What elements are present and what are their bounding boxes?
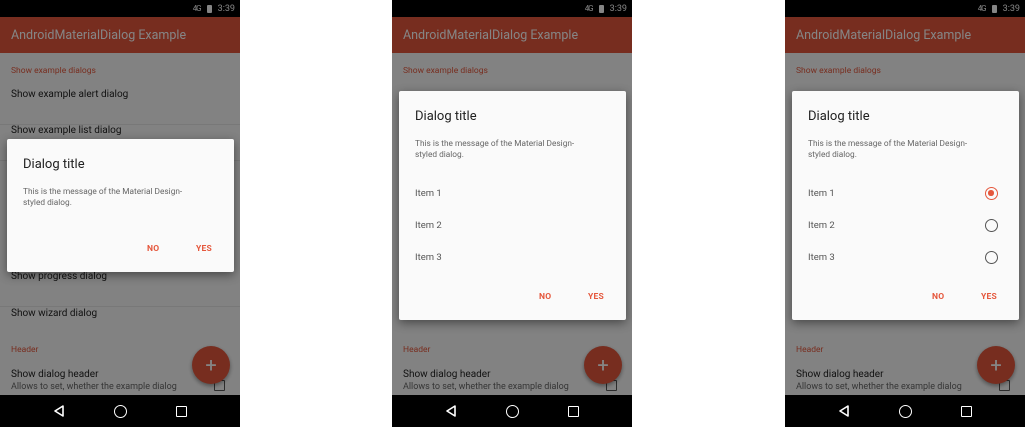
dialog-list-item-1[interactable]: Item 1 xyxy=(415,188,442,199)
phone-list-dialog: 4G 3:39 AndroidMaterialDialog Example Sh… xyxy=(392,0,632,427)
no-button[interactable]: NO xyxy=(147,244,159,254)
radio-unselected-icon[interactable] xyxy=(985,251,998,264)
dialog-choice-item-1[interactable]: Item 1 xyxy=(808,188,835,199)
alert-dialog: Dialog title This is the message of the … xyxy=(7,139,234,272)
nav-bar xyxy=(0,395,240,427)
no-button[interactable]: NO xyxy=(539,292,551,302)
yes-button[interactable]: YES xyxy=(588,292,604,302)
recents-icon[interactable] xyxy=(961,405,973,417)
list-dialog: Dialog title This is the message of the … xyxy=(399,91,626,320)
dialog-choice-item-2[interactable]: Item 2 xyxy=(808,220,835,231)
dialog-title: Dialog title xyxy=(808,109,870,124)
back-icon[interactable] xyxy=(53,405,65,417)
dialog-title: Dialog title xyxy=(415,109,477,124)
back-icon[interactable] xyxy=(838,405,850,417)
home-icon[interactable] xyxy=(505,404,519,418)
recents-icon[interactable] xyxy=(176,405,188,417)
dialog-message: This is the message of the Material Desi… xyxy=(23,187,183,208)
dialog-message: This is the message of the Material Desi… xyxy=(808,139,968,160)
recents-icon[interactable] xyxy=(568,405,580,417)
yes-button[interactable]: YES xyxy=(196,244,212,254)
nav-bar xyxy=(392,395,632,427)
yes-button[interactable]: YES xyxy=(981,292,997,302)
phone-single-choice-dialog: 4G 3:39 AndroidMaterialDialog Example Sh… xyxy=(785,0,1025,427)
back-icon[interactable] xyxy=(445,405,457,417)
home-icon[interactable] xyxy=(898,404,912,418)
dialog-choice-item-3[interactable]: Item 3 xyxy=(808,252,835,263)
phone-alert-dialog: 4G 3:39 AndroidMaterialDialog Example Sh… xyxy=(0,0,240,427)
home-icon[interactable] xyxy=(113,404,127,418)
dialog-list-item-2[interactable]: Item 2 xyxy=(415,220,442,231)
dialog-list-item-3[interactable]: Item 3 xyxy=(415,252,442,263)
no-button[interactable]: NO xyxy=(932,292,944,302)
nav-bar xyxy=(785,395,1025,427)
dialog-title: Dialog title xyxy=(23,157,85,172)
radio-selected-icon[interactable] xyxy=(985,187,998,200)
dialog-message: This is the message of the Material Desi… xyxy=(415,139,575,160)
single-choice-dialog: Dialog title This is the message of the … xyxy=(792,91,1019,320)
radio-unselected-icon[interactable] xyxy=(985,219,998,232)
